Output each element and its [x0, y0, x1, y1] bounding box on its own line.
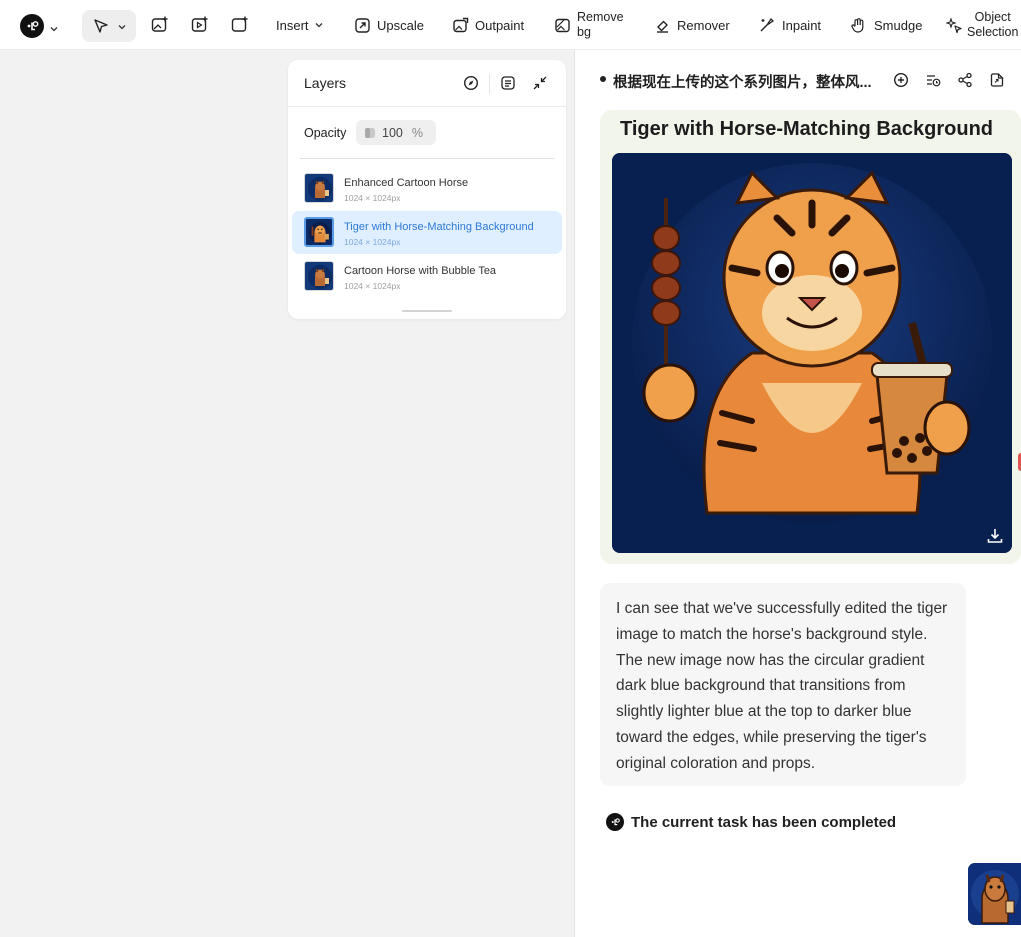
- inpaint-icon: [760, 17, 775, 32]
- outpaint-icon: [453, 17, 469, 32]
- remove-bg-button[interactable]: Remove bg: [554, 0, 624, 50]
- image-edit-icon: [151, 16, 168, 32]
- image-card-title: Tiger with Horse-Matching Background: [620, 118, 993, 140]
- collapse-icon[interactable]: [531, 74, 549, 92]
- top-toolbar: Insert Upscale Outpaint Remove bg Remover…: [0, 0, 1021, 50]
- insert-dropdown[interactable]: Insert: [276, 0, 323, 50]
- compass-icon[interactable]: [462, 74, 480, 92]
- layer-size: 1024 × 1024px: [344, 193, 401, 203]
- remover-label: Remover: [677, 17, 730, 33]
- history-icon[interactable]: [923, 70, 943, 90]
- task-status-text: The current task has been completed: [631, 813, 897, 831]
- remove-bg-icon: [555, 18, 570, 32]
- video-button[interactable]: [190, 0, 210, 50]
- layers-header-divider: [288, 106, 566, 107]
- upscale-icon: [355, 17, 370, 33]
- layer-item-selected[interactable]: Tiger with Horse-Matching Background 102…: [292, 211, 562, 254]
- layer-item[interactable]: Cartoon Horse with Bubble Tea 1024 × 102…: [292, 255, 562, 298]
- generated-image[interactable]: [612, 153, 1012, 553]
- frame-add-icon: [231, 16, 248, 32]
- inpaint-button[interactable]: Inpaint: [758, 0, 821, 50]
- share-icon[interactable]: [955, 70, 975, 90]
- logo-icon: [606, 813, 624, 831]
- upscale-label: Upscale: [377, 17, 424, 33]
- select-tool-button[interactable]: [82, 10, 136, 42]
- remover-icon: [657, 20, 668, 33]
- frame-add-button[interactable]: [230, 0, 250, 50]
- add-circle-icon[interactable]: [891, 70, 911, 90]
- image-edit-button[interactable]: [150, 0, 170, 50]
- generated-image-card: Tiger with Horse-Matching Background: [600, 110, 1021, 564]
- opacity-input[interactable]: 100 %: [356, 120, 436, 145]
- layer-size: 1024 × 1024px: [344, 237, 401, 247]
- opacity-icon: [365, 127, 375, 138]
- outpaint-button[interactable]: Outpaint: [452, 0, 524, 50]
- assistant-message: I can see that we've successfully edited…: [600, 583, 966, 786]
- chat-title: 根据现在上传的这个系列图片，整体风...: [613, 75, 872, 91]
- object-selection-button[interactable]: Object Selection: [946, 0, 1018, 50]
- smudge-icon: [851, 18, 864, 33]
- inpaint-label: Inpaint: [782, 17, 822, 33]
- remove-bg-label-line1: Remove: [577, 10, 624, 24]
- layer-name: Enhanced Cartoon Horse: [344, 177, 469, 189]
- insert-label: Insert: [276, 17, 309, 33]
- logo-icon[interactable]: [20, 14, 44, 38]
- header-divider: [489, 74, 490, 94]
- scroll-indicator[interactable]: [402, 310, 452, 312]
- layer-name: Tiger with Horse-Matching Background: [344, 221, 534, 233]
- chat-header: 根据现在上传的这个系列图片，整体风...: [576, 50, 1021, 108]
- opacity-value: 100: [382, 125, 403, 140]
- status-dot: [600, 76, 606, 82]
- opacity-divider: [300, 158, 554, 159]
- layer-thumbnail: [304, 173, 334, 203]
- outpaint-label: Outpaint: [475, 17, 525, 33]
- video-icon: [191, 16, 208, 32]
- smudge-button[interactable]: Smudge: [850, 0, 922, 50]
- download-icon[interactable]: [984, 525, 1006, 547]
- upscale-button[interactable]: Upscale: [354, 0, 424, 50]
- tiger-illustration: [612, 153, 1012, 553]
- object-selection-label-line1: Object: [974, 10, 1011, 24]
- layers-panel-title: Layers: [304, 75, 347, 91]
- object-selection-label-line2: Selection: [967, 25, 1019, 39]
- opacity-label: Opacity: [304, 126, 347, 140]
- cursor-icon: [94, 19, 108, 33]
- list-icon[interactable]: [499, 74, 517, 92]
- layers-panel: Layers Opacity 100 % Enhanced Cartoon Ho…: [288, 60, 566, 319]
- remove-bg-label-line2: bg: [577, 25, 591, 39]
- layer-name: Cartoon Horse with Bubble Tea: [344, 265, 497, 277]
- layer-size: 1024 × 1024px: [344, 281, 401, 291]
- export-icon[interactable]: [987, 70, 1007, 90]
- object-selection-icon: [946, 16, 962, 33]
- layer-thumbnail: [304, 217, 334, 247]
- logo-menu-chevron-icon[interactable]: [50, 20, 58, 38]
- opacity-unit: %: [411, 125, 423, 140]
- chevron-down-icon: [315, 23, 322, 28]
- layer-item[interactable]: Enhanced Cartoon Horse 1024 × 1024px: [292, 167, 562, 210]
- task-status: The current task has been completed: [606, 813, 896, 831]
- chat-panel: 根据现在上传的这个系列图片，整体风... Tiger with Horse-Ma…: [576, 50, 1021, 937]
- layer-thumbnail: [304, 261, 334, 291]
- chevron-down-icon: [118, 25, 126, 30]
- remover-button[interactable]: Remover: [654, 0, 730, 50]
- smudge-label: Smudge: [874, 17, 923, 33]
- horse-thumbnail[interactable]: [968, 863, 1021, 925]
